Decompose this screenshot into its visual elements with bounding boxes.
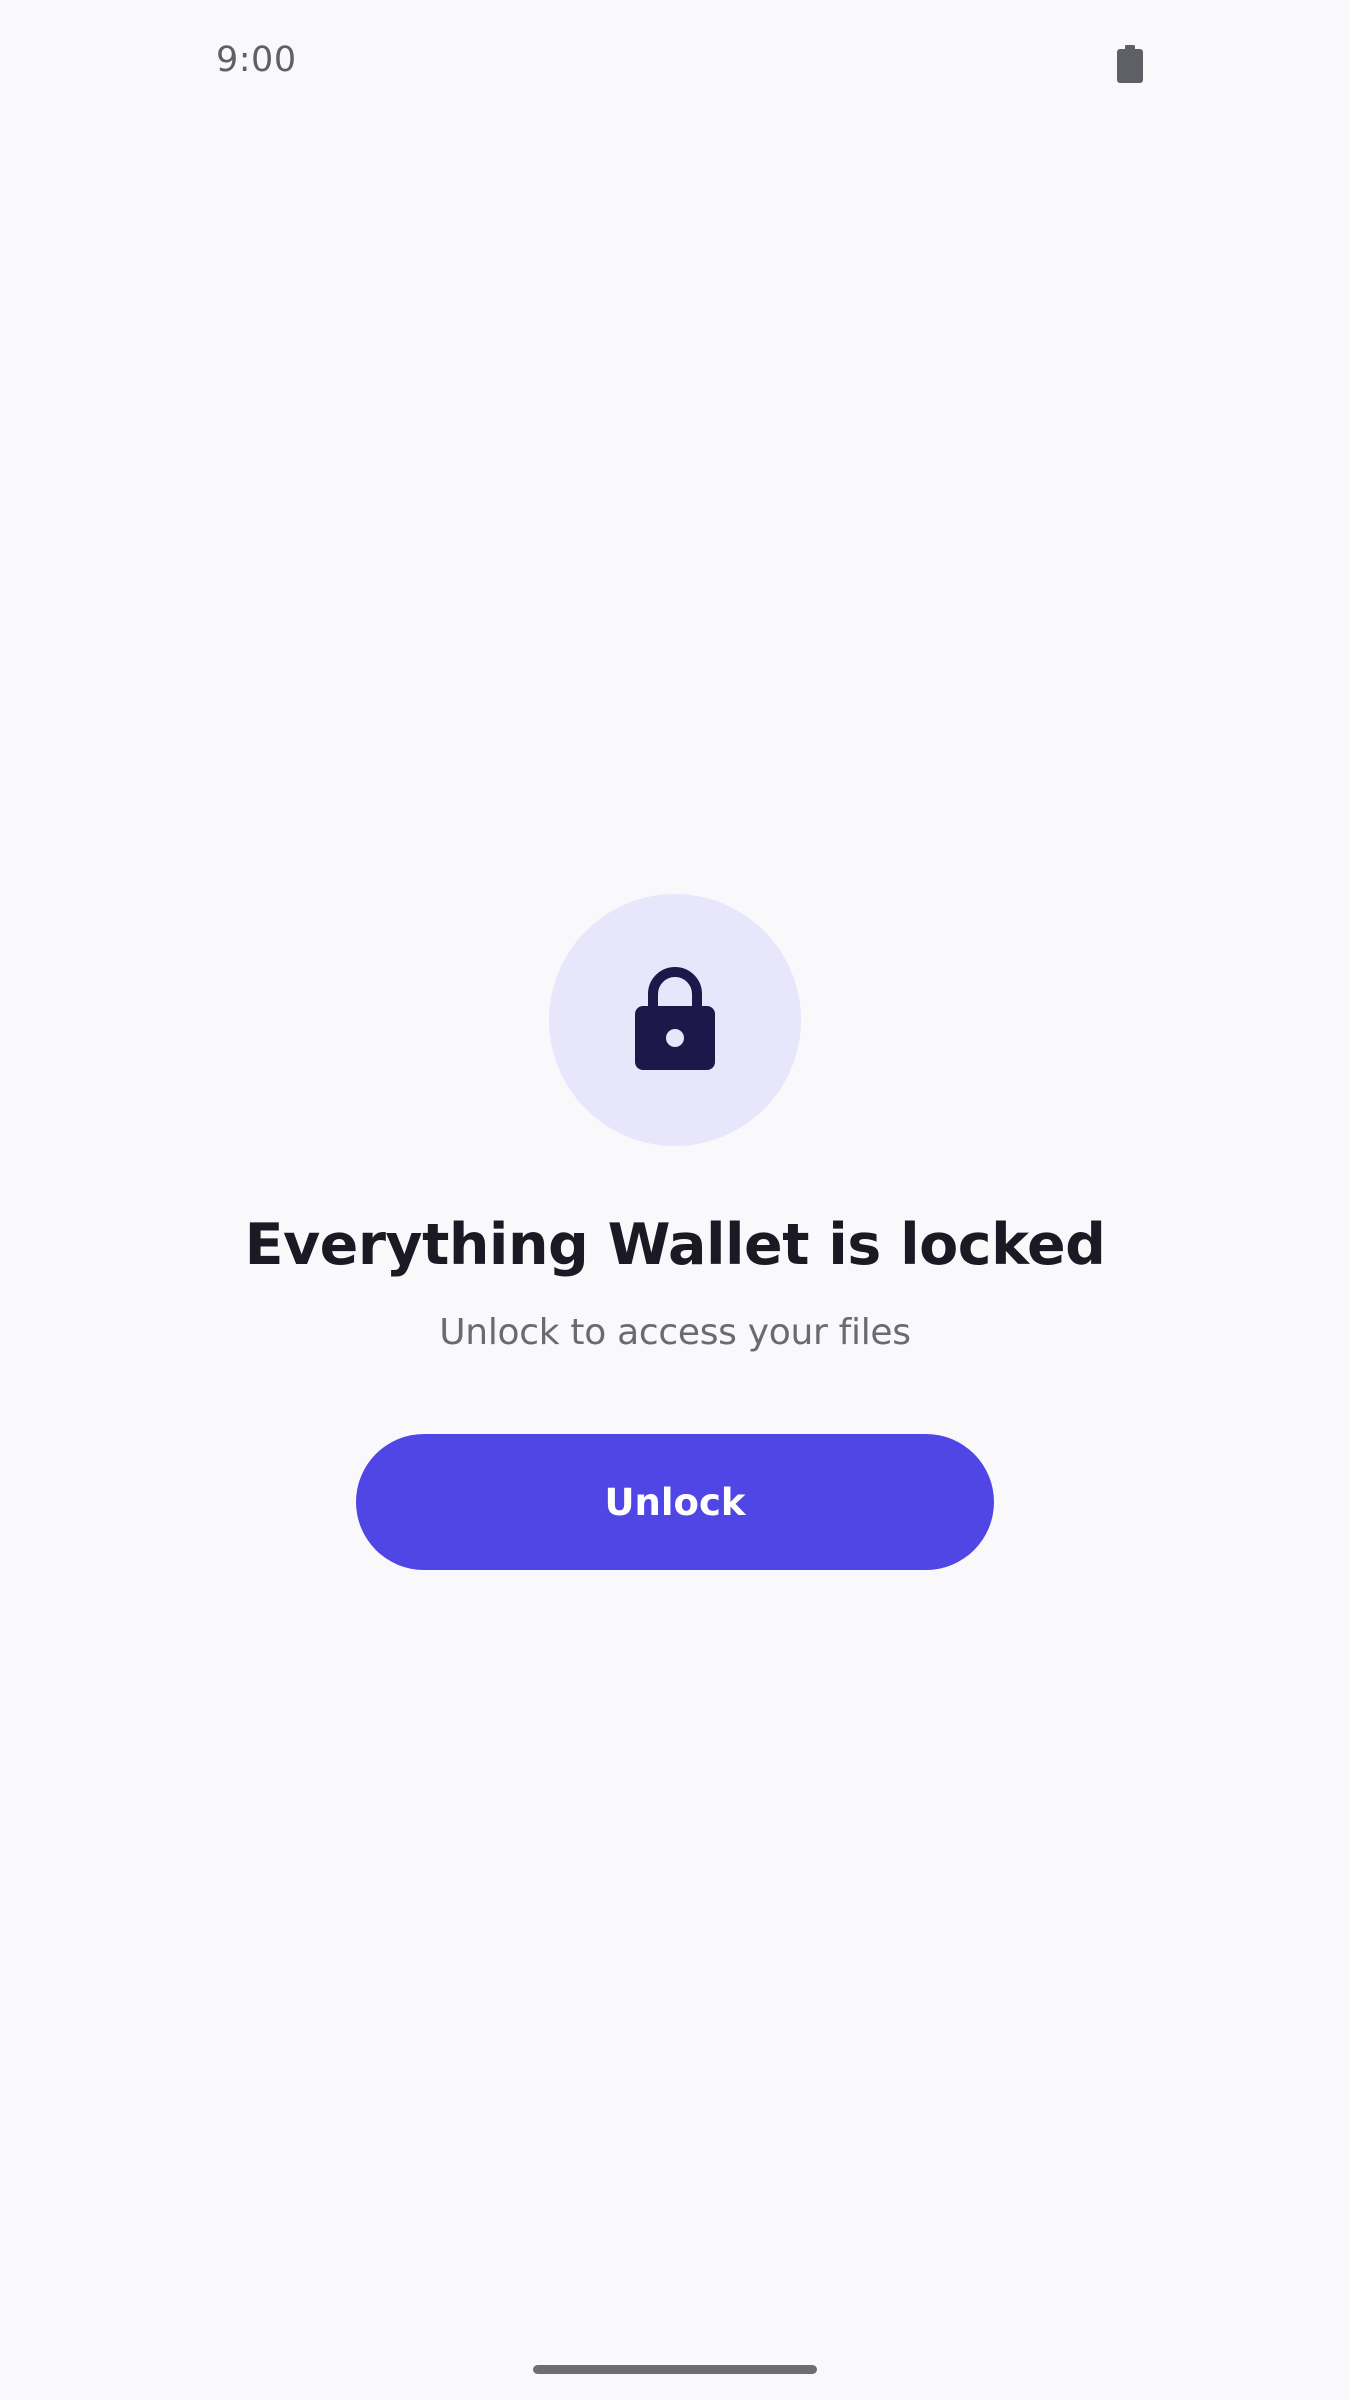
lock-icon-circle xyxy=(549,894,801,1146)
lock-icon xyxy=(635,967,715,1070)
page-subtitle: Unlock to access your files xyxy=(439,1312,911,1353)
status-time: 9:00 xyxy=(216,40,297,80)
battery-full-icon xyxy=(1117,45,1143,83)
page-title: Everything Wallet is locked xyxy=(244,1212,1106,1278)
lock-screen: 9:00 Everything Wallet is locked Unlock … xyxy=(0,0,1350,2400)
status-bar: 9:00 xyxy=(0,0,1350,130)
unlock-button-label: Unlock xyxy=(604,1480,746,1524)
unlock-button[interactable]: Unlock xyxy=(356,1434,994,1570)
home-indicator[interactable] xyxy=(533,2365,817,2374)
